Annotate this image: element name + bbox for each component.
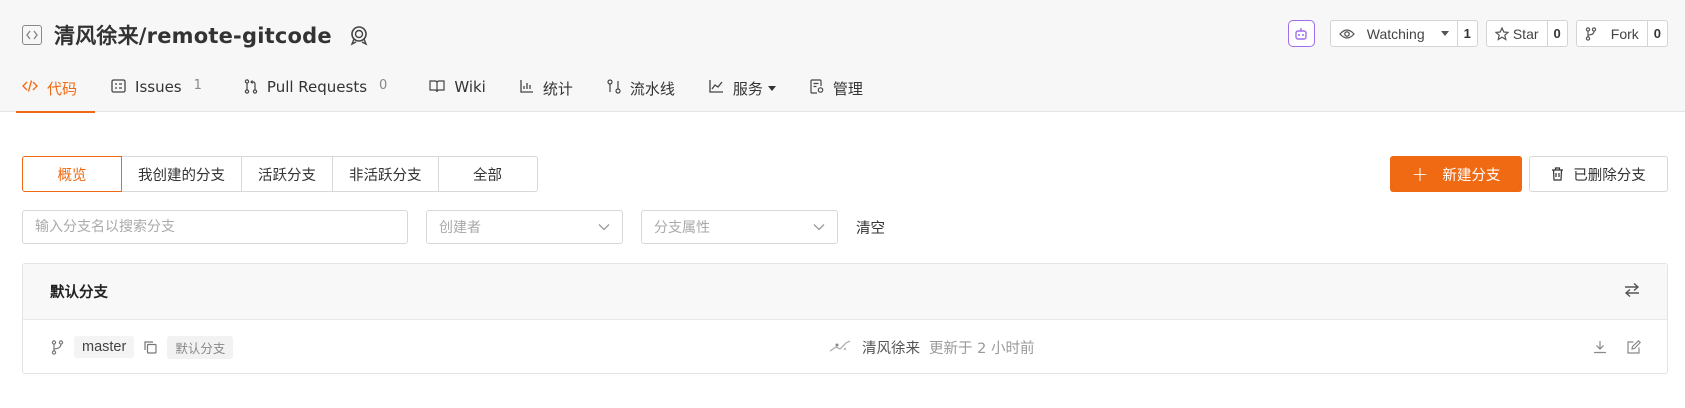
branch-author: 清风徐来 更新于 2 小时前 xyxy=(828,320,1034,374)
repo-tabs: 代码 Issues 1 Pull Requests 0 Wiki 统计 流水线 … xyxy=(15,68,897,113)
tab-code[interactable]: 代码 xyxy=(15,68,96,113)
deleted-branches-button[interactable]: 已删除分支 xyxy=(1529,156,1668,192)
panel-header: 默认分支 xyxy=(23,264,1667,320)
trash-icon xyxy=(1552,167,1564,181)
tab-issues[interactable]: Issues 1 xyxy=(111,68,202,112)
branch-search-row: 创建者 分支属性 清空 xyxy=(22,210,885,244)
book-icon xyxy=(429,80,445,93)
repo-actions: Watching 1 Star 0 Fork 0 xyxy=(1287,20,1668,47)
tab-statistics[interactable]: 统计 xyxy=(520,68,573,112)
tab-manage[interactable]: 管理 xyxy=(810,68,863,112)
repo-title[interactable]: 清风徐来/remote-gitcode xyxy=(54,20,332,50)
author-name[interactable]: 清风徐来 xyxy=(862,337,920,358)
fork-icon xyxy=(1585,26,1596,41)
clear-filters-link[interactable]: 清空 xyxy=(856,217,885,238)
watch-count[interactable]: 1 xyxy=(1456,21,1477,46)
filter-inactive-branches[interactable]: 非活跃分支 xyxy=(332,156,439,192)
switch-arrows-icon[interactable] xyxy=(1623,282,1641,302)
filter-my-branches[interactable]: 我创建的分支 xyxy=(121,156,242,192)
download-icon[interactable] xyxy=(1593,340,1607,354)
tab-label: Issues xyxy=(135,78,182,96)
branch-row-actions xyxy=(1573,320,1641,374)
issues-icon xyxy=(111,79,126,93)
tab-pull-requests[interactable]: Pull Requests 0 xyxy=(244,68,387,112)
watch-group: Watching 1 xyxy=(1329,20,1478,47)
branch-row: master 默认分支 清风徐来 更新于 2 小时前 xyxy=(23,320,1667,374)
code-icon xyxy=(22,80,38,92)
copy-icon[interactable] xyxy=(144,340,157,354)
star-count[interactable]: 0 xyxy=(1546,21,1567,46)
chevron-down-icon xyxy=(598,224,610,231)
watch-button[interactable]: Watching xyxy=(1331,21,1457,46)
branch-icon xyxy=(51,339,64,355)
tab-label: 代码 xyxy=(47,80,78,98)
deleted-branches-label: 已删除分支 xyxy=(1573,167,1646,184)
branch-attribute-select[interactable]: 分支属性 xyxy=(641,210,838,244)
avatar[interactable] xyxy=(828,335,852,359)
watch-label: Watching xyxy=(1366,25,1425,42)
updated-time: 更新于 2 小时前 xyxy=(929,340,1035,357)
filter-all[interactable]: 全部 xyxy=(437,156,538,192)
tab-label: 管理 xyxy=(832,80,863,98)
branch-filter-tabs: 概览 我创建的分支 活跃分支 非活跃分支 全部 xyxy=(22,156,538,192)
new-branch-label: 新建分支 xyxy=(1442,167,1501,184)
award-badge-icon[interactable] xyxy=(348,24,370,46)
repo-header: 清风徐来/remote-gitcode Watching 1 Star 0 Fo… xyxy=(0,0,1685,113)
tab-label: 统计 xyxy=(542,80,573,98)
repo-title-row: 清风徐来/remote-gitcode xyxy=(22,18,370,52)
eye-icon xyxy=(1338,28,1355,39)
settings-doc-icon xyxy=(810,79,824,94)
star-group: Star 0 xyxy=(1485,20,1568,47)
pipeline-icon xyxy=(607,79,621,94)
branch-search-input[interactable] xyxy=(22,210,408,244)
star-icon xyxy=(1494,26,1509,41)
code-repo-icon xyxy=(22,25,42,45)
chevron-down-icon xyxy=(1440,31,1449,36)
default-branch-panel: 默认分支 master 默认分支 清风徐来 更新于 2 小时前 xyxy=(22,263,1668,374)
pull-requests-count: 0 xyxy=(379,78,388,93)
star-label: Star xyxy=(1512,25,1539,42)
fork-button[interactable]: Fork xyxy=(1577,21,1647,46)
fork-label: Fork xyxy=(1610,25,1639,42)
chevron-down-icon xyxy=(767,86,776,91)
edit-icon[interactable] xyxy=(1627,340,1641,354)
ai-assistant-button[interactable] xyxy=(1287,20,1315,47)
tab-services[interactable]: 服务 xyxy=(709,68,776,112)
panel-title: 默认分支 xyxy=(50,285,108,301)
chevron-down-icon xyxy=(813,224,825,231)
tab-label: 流水线 xyxy=(629,80,675,98)
pull-request-icon xyxy=(244,79,258,94)
tab-pipeline[interactable]: 流水线 xyxy=(607,68,675,112)
new-branch-button[interactable]: + 新建分支 xyxy=(1390,156,1522,192)
default-branch-tag: 默认分支 xyxy=(167,335,234,359)
filter-overview[interactable]: 概览 xyxy=(22,156,122,192)
plus-icon: + xyxy=(1411,162,1429,186)
bar-chart-icon xyxy=(520,80,533,93)
creator-placeholder: 创建者 xyxy=(439,220,481,236)
fork-count[interactable]: 0 xyxy=(1646,21,1667,46)
filter-active-branches[interactable]: 活跃分支 xyxy=(241,156,333,192)
fork-group: Fork 0 xyxy=(1575,20,1668,47)
issues-count: 1 xyxy=(193,78,202,93)
creator-select[interactable]: 创建者 xyxy=(426,210,623,244)
tab-label: Wiki xyxy=(454,78,486,96)
star-button[interactable]: Star xyxy=(1487,21,1547,46)
tab-label: Pull Requests xyxy=(266,78,368,96)
branch-name-link[interactable]: master xyxy=(74,336,135,358)
line-chart-icon xyxy=(709,80,723,93)
attribute-placeholder: 分支属性 xyxy=(654,220,710,236)
tab-wiki[interactable]: Wiki xyxy=(429,68,486,112)
tab-label: 服务 xyxy=(732,80,763,98)
